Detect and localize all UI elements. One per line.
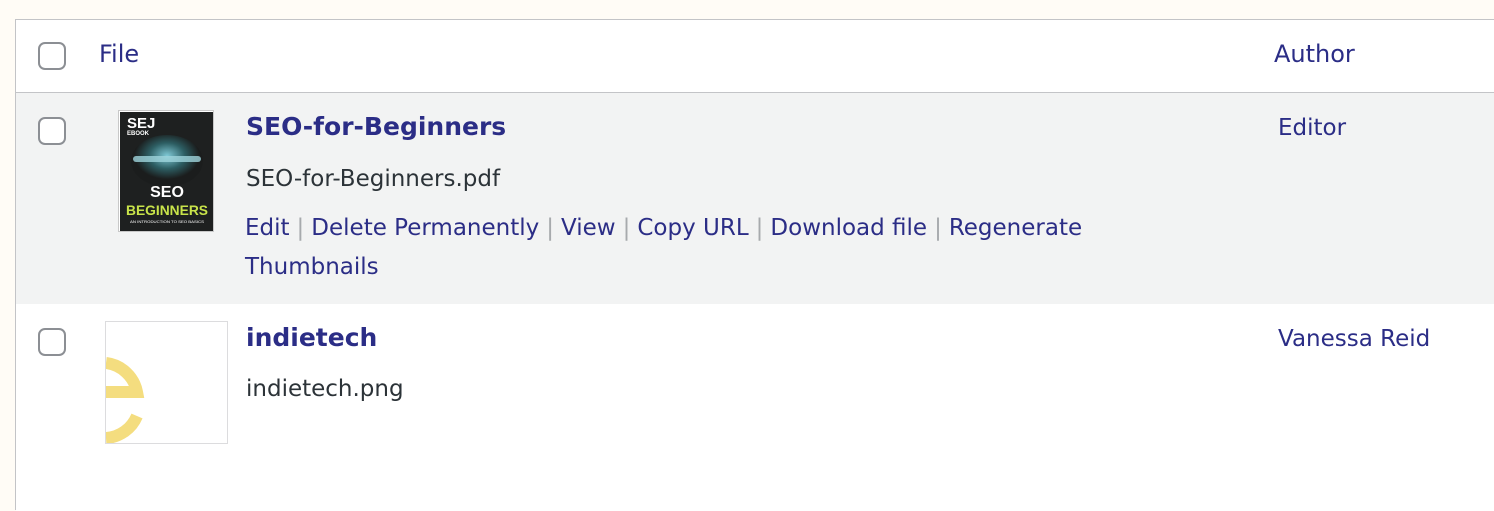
media-list-table: File Author SEJ EBOOK SEO BEGINNERS AN I… (15, 19, 1494, 511)
column-header-author[interactable]: Author (1274, 40, 1355, 68)
file-name: indietech.png (246, 376, 404, 402)
author-link[interactable]: Vanessa Reid (1278, 326, 1430, 352)
download-file-link[interactable]: Download file (770, 215, 927, 241)
row-select-checkbox[interactable] (38, 117, 66, 145)
separator: | (546, 215, 555, 241)
row-select-checkbox[interactable] (38, 328, 66, 356)
view-link[interactable]: View (561, 215, 616, 241)
ebook-line1: SEO (150, 184, 184, 201)
file-name: SEO-for-Beginners.pdf (246, 166, 501, 192)
file-title-link[interactable]: SEO-for-Beginners (246, 112, 506, 141)
regenerate-thumbnails-label-line2: Thumbnails (245, 254, 379, 280)
file-title-link[interactable]: indietech (246, 323, 377, 352)
author-link[interactable]: Editor (1278, 115, 1346, 141)
ebook-line2: BEGINNERS (126, 202, 208, 218)
file-thumbnail[interactable]: SEJ EBOOK SEO BEGINNERS AN INTRODUCTION … (118, 110, 214, 232)
indietech-logo-image (106, 357, 145, 443)
ebook-sub: EBOOK (127, 131, 150, 137)
delete-permanently-link[interactable]: Delete Permanently (311, 215, 539, 241)
column-header-file[interactable]: File (99, 40, 139, 68)
row-actions: Edit | Delete Permanently | View | Copy URL | Do… (245, 209, 1185, 287)
ebook-tagline: AN INTRODUCTION TO SEO BASICS (130, 220, 205, 224)
separator: | (755, 215, 764, 241)
separator: | (934, 215, 942, 241)
edit-link[interactable]: Edit (245, 215, 290, 241)
table-row: SEJ EBOOK SEO BEGINNERS AN INTRODUCTION … (16, 93, 1494, 304)
select-all-checkbox[interactable] (38, 42, 66, 70)
file-thumbnail[interactable] (105, 321, 228, 444)
separator: | (622, 215, 631, 241)
regenerate-thumbnails-label: Regenerate (948, 215, 1083, 241)
table-row: indietech indietech.png Vanessa Reid (16, 304, 1494, 511)
copy-url-link[interactable]: Copy URL (637, 215, 748, 241)
ebook-cover-image: SEJ EBOOK SEO BEGINNERS AN INTRODUCTION … (120, 112, 213, 231)
separator: | (296, 215, 305, 241)
table-header: File Author (16, 20, 1494, 93)
ebook-brand: SEJ (127, 115, 155, 132)
